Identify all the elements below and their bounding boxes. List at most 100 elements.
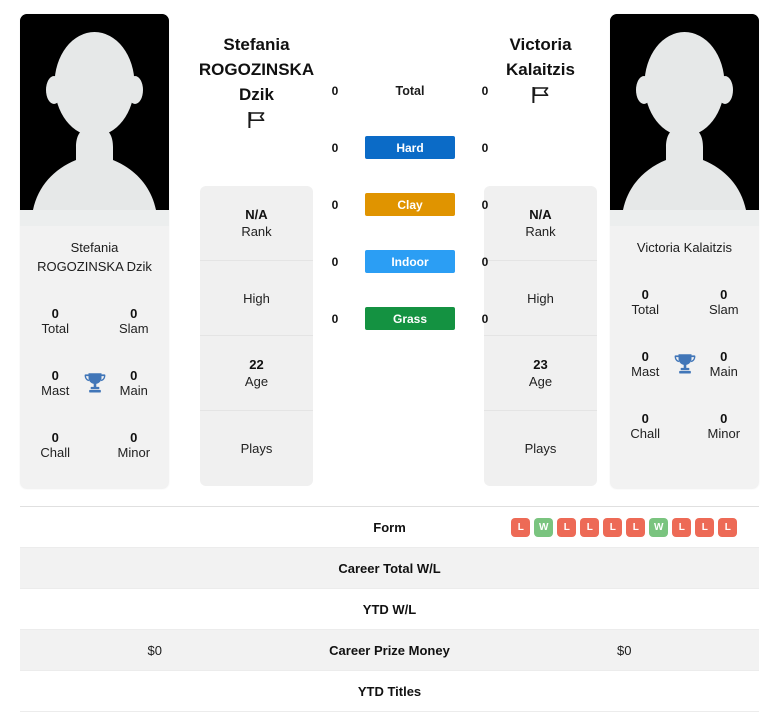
flag-icon bbox=[531, 87, 548, 103]
trophy-icon bbox=[674, 354, 695, 374]
form-badge[interactable]: W bbox=[649, 517, 669, 537]
stat-label: Career Total W/L bbox=[338, 560, 441, 576]
player-photo-right bbox=[610, 14, 759, 226]
player-first-name-right: Victoria bbox=[509, 35, 572, 54]
titles-main-left: 0 Main bbox=[109, 368, 159, 398]
table-row: YTD W/L bbox=[20, 589, 759, 630]
surface-pill-indoor[interactable]: Indoor bbox=[365, 250, 455, 273]
age-value: 23 bbox=[533, 357, 548, 372]
high-label: High bbox=[527, 290, 554, 306]
player-photo-left bbox=[20, 14, 169, 226]
avatar-silhouette-icon bbox=[20, 14, 169, 226]
form-badge[interactable]: L bbox=[695, 517, 715, 537]
titles-minor-label: Minor bbox=[117, 445, 151, 460]
rank-value: N/A bbox=[529, 207, 552, 222]
titles-mast-right: 0 Mast bbox=[620, 349, 670, 379]
titles-slam-label: Slam bbox=[118, 321, 149, 336]
plays-label: Plays bbox=[524, 441, 557, 456]
surface-count-right: 0 bbox=[481, 254, 489, 269]
player-comparison-page: Stefania ROGOZINSKA Dzik 0 Total 0 Slam bbox=[0, 0, 779, 719]
surface-count-right: 0 bbox=[481, 83, 489, 98]
titles-row-chall-minor: 0 Chall 0 Minor bbox=[620, 395, 749, 457]
high-label: High bbox=[243, 290, 270, 306]
player-last-name-line1-left: ROGOZINSKA bbox=[198, 60, 315, 79]
stat-value-right: $0 bbox=[617, 642, 632, 658]
form-badge[interactable]: L bbox=[603, 517, 623, 537]
titles-slam-left: 0 Slam bbox=[109, 306, 159, 336]
player-card-left[interactable]: Stefania ROGOZINSKA Dzik 0 Total 0 Slam bbox=[20, 14, 169, 489]
surface-pill-clay[interactable]: Clay bbox=[365, 193, 455, 216]
surface-row-total: 0 Total 0 bbox=[325, 62, 495, 119]
titles-total-value: 0 bbox=[641, 287, 649, 302]
titles-slam-right: 0 Slam bbox=[699, 287, 749, 317]
form-badge[interactable]: W bbox=[534, 517, 554, 537]
player-card-right[interactable]: Victoria Kalaitzis 0 Total 0 Slam 0 Mast… bbox=[610, 14, 759, 489]
titles-mast-label: Mast bbox=[41, 383, 70, 398]
rank-value: N/A bbox=[245, 207, 268, 222]
rank-label: Rank bbox=[525, 224, 556, 239]
form-badge[interactable]: L bbox=[718, 517, 738, 537]
table-row: Form L W L L L L W L L L bbox=[20, 507, 759, 548]
titles-total-right: 0 Total bbox=[620, 287, 670, 317]
titles-total-label: Total bbox=[631, 302, 659, 317]
surface-count-left: 0 bbox=[331, 83, 339, 98]
titles-minor-label: Minor bbox=[707, 426, 741, 441]
surface-row-grass: 0 Grass 0 bbox=[325, 290, 495, 347]
player-last-name-line1-right: Kalaitzis bbox=[506, 60, 575, 79]
info-row-high-right: High bbox=[484, 261, 597, 336]
titles-total-value: 0 bbox=[51, 306, 59, 321]
titles-chall-left: 0 Chall bbox=[30, 430, 80, 460]
surface-pill-total[interactable]: Total bbox=[365, 79, 455, 102]
stat-label: YTD W/L bbox=[362, 601, 417, 617]
stat-value-right: LWLLLLWLLL bbox=[490, 517, 760, 537]
info-row-rank-right: N/A Rank bbox=[484, 186, 597, 261]
surface-pill-grass[interactable]: Grass bbox=[365, 307, 455, 330]
titles-minor-value: 0 bbox=[720, 411, 728, 426]
surface-count-left: 0 bbox=[331, 197, 339, 212]
titles-row-mast-main: 0 Mast 0 Main bbox=[30, 352, 159, 414]
titles-chall-label: Chall bbox=[40, 445, 71, 460]
surface-row-indoor: 0 Indoor 0 bbox=[325, 233, 495, 290]
trophy-icon-left-wrap bbox=[80, 370, 108, 396]
stat-label: YTD Titles bbox=[357, 683, 422, 699]
table-row: Career Total W/L bbox=[20, 548, 759, 589]
info-row-age-right: 23 Age bbox=[484, 336, 597, 411]
player-name-heading-left[interactable]: Stefania ROGOZINSKA Dzik bbox=[196, 32, 317, 135]
surface-row-clay: 0 Clay 0 bbox=[325, 176, 495, 233]
stat-label: Career Prize Money bbox=[329, 642, 450, 658]
surface-count-left: 0 bbox=[331, 140, 339, 155]
player-name-heading-right[interactable]: Victoria Kalaitzis bbox=[480, 32, 601, 110]
player-first-name-left: Stefania bbox=[223, 35, 290, 54]
titles-mast-left: 0 Mast bbox=[30, 368, 80, 398]
form-badge[interactable]: L bbox=[580, 517, 600, 537]
avatar-silhouette-icon bbox=[610, 14, 759, 226]
titles-row-chall-minor: 0 Chall 0 Minor bbox=[30, 414, 159, 476]
form-badge[interactable]: L bbox=[557, 517, 577, 537]
surface-count-right: 0 bbox=[481, 311, 489, 326]
surface-count-right: 0 bbox=[481, 140, 489, 155]
form-badge[interactable]: L bbox=[511, 517, 531, 537]
titles-chall-label: Chall bbox=[630, 426, 661, 441]
surface-pill-hard[interactable]: Hard bbox=[365, 136, 455, 159]
form-badge[interactable]: L bbox=[626, 517, 646, 537]
titles-total-label: Total bbox=[41, 321, 69, 336]
titles-main-right: 0 Main bbox=[699, 349, 749, 379]
info-row-rank-left: N/A Rank bbox=[200, 186, 313, 261]
form-badge[interactable]: L bbox=[672, 517, 692, 537]
info-row-plays-right: Plays bbox=[484, 411, 597, 486]
trophy-icon-right-wrap bbox=[670, 351, 698, 377]
titles-chall-value: 0 bbox=[51, 430, 59, 445]
titles-slam-label: Slam bbox=[708, 302, 739, 317]
surface-count-left: 0 bbox=[331, 254, 339, 269]
player-info-card-left: N/A Rank High 22 Age Plays bbox=[200, 186, 313, 486]
titles-chall-value: 0 bbox=[641, 411, 649, 426]
plays-label: Plays bbox=[240, 441, 273, 456]
surface-count-left: 0 bbox=[331, 311, 339, 326]
player-info-card-right: N/A Rank High 23 Age Plays bbox=[484, 186, 597, 486]
age-label: Age bbox=[244, 374, 269, 389]
table-row: YTD Titles bbox=[20, 671, 759, 712]
titles-slam-value: 0 bbox=[130, 306, 138, 321]
titles-chall-right: 0 Chall bbox=[620, 411, 670, 441]
titles-main-label: Main bbox=[119, 383, 148, 398]
titles-mast-value: 0 bbox=[51, 368, 59, 383]
